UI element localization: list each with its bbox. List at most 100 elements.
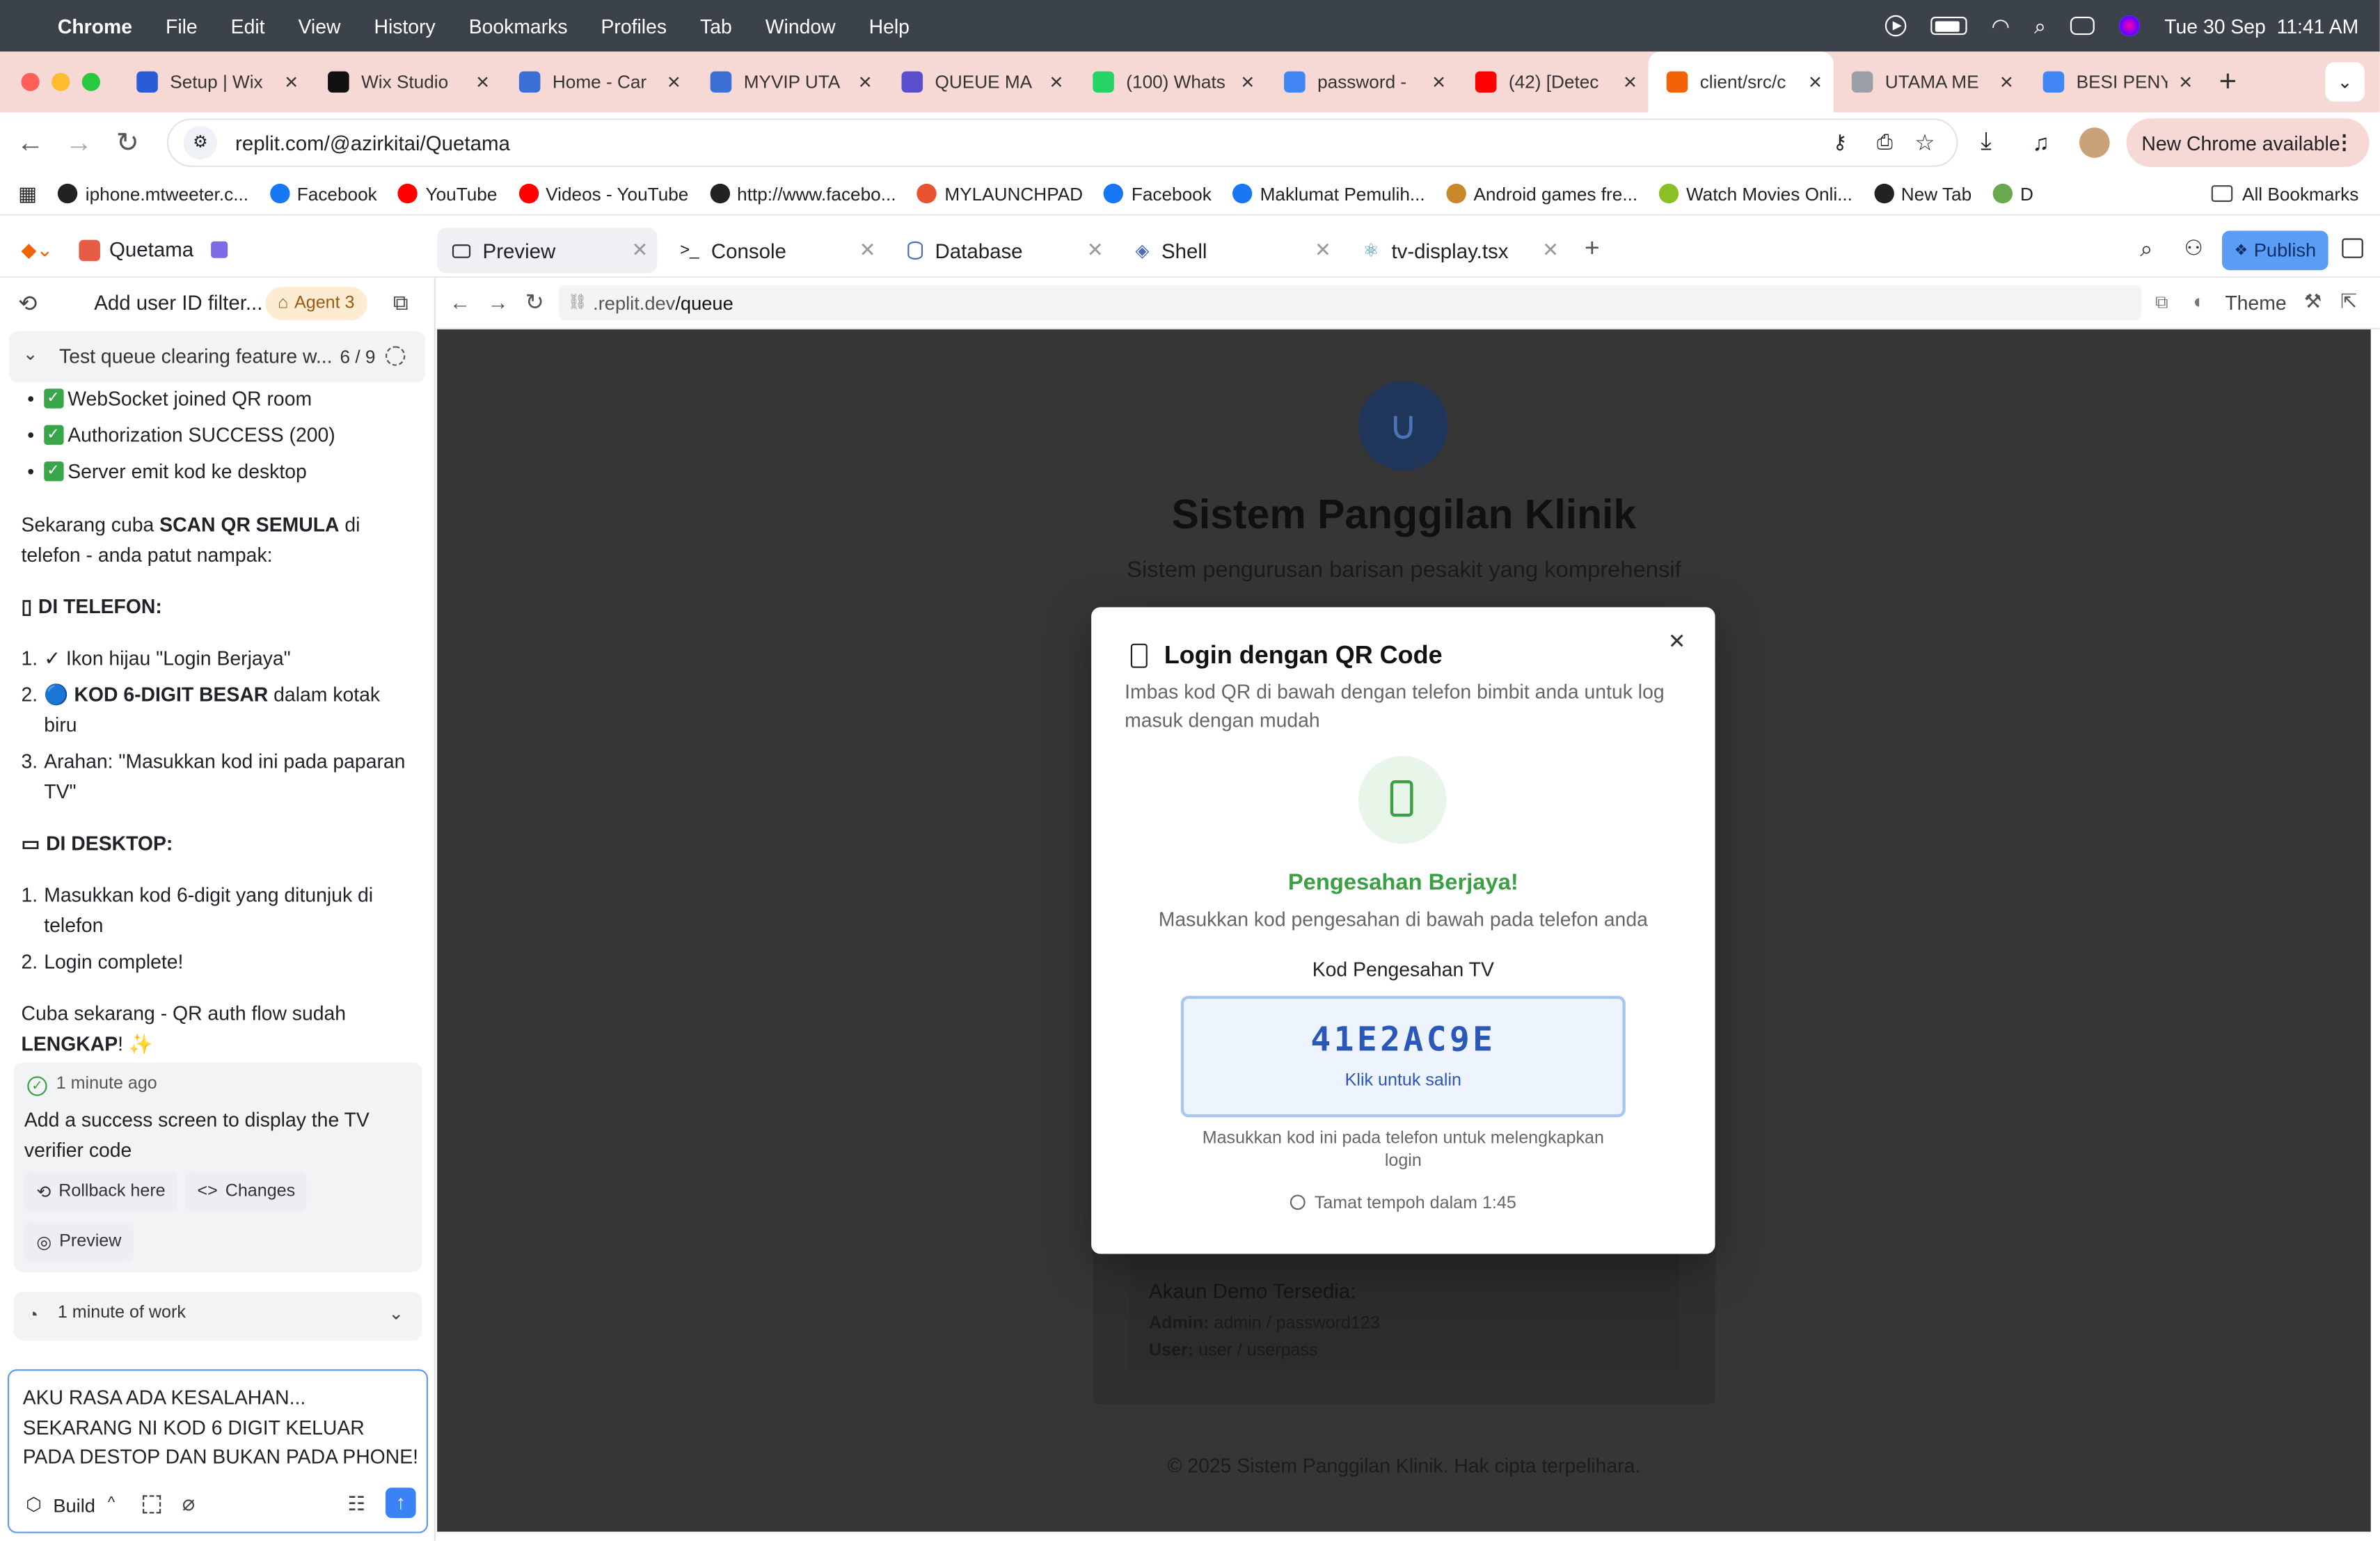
mode-selector[interactable]: Build [53,1495,95,1517]
chevron-up-icon[interactable]: ^ [108,1495,115,1512]
agent-badge[interactable]: ⌂ Agent 3 [265,287,367,321]
menu-file[interactable]: File [166,15,198,38]
battery-icon[interactable] [1930,16,1967,35]
palette-icon[interactable]: ◐ [2193,290,2205,313]
media-control-icon[interactable]: ♫ [2032,129,2049,155]
bookmark-item[interactable]: YouTube [398,183,497,204]
menu-app-name[interactable]: Chrome [58,15,132,38]
changes-button[interactable]: <> Changes [185,1171,308,1212]
tab-close-icon[interactable]: × [2167,69,2203,95]
browser-tab[interactable]: Setup | Wix × [118,52,310,112]
tab-preview[interactable]: Preview ✕ [437,228,658,274]
preview-url-bar[interactable]: ⛓ .replit.dev/queue [558,285,2142,321]
toggle-sidebar-icon[interactable] [2342,238,2363,258]
forward-icon[interactable]: → [55,127,104,159]
theme-label[interactable]: Theme [2225,292,2286,315]
publish-button[interactable]: ❖ Publish [2221,230,2329,271]
bookmark-item[interactable]: Android games fre... [1446,183,1637,204]
menu-bookmarks[interactable]: Bookmarks [469,15,568,38]
verification-code[interactable]: 41E2AC9E [1184,1022,1622,1060]
reload-icon[interactable]: ↻ [525,288,544,316]
menu-history[interactable]: History [374,15,435,38]
bookmark-item[interactable]: Maklumat Pemulih... [1232,183,1425,204]
close-icon[interactable]: ✕ [1315,238,1331,262]
bookmark-star-icon[interactable]: ☆ [1914,129,1935,157]
bookmark-item[interactable]: Facebook [269,183,377,204]
play-icon[interactable] [1885,15,1907,37]
browser-tab[interactable]: QUEUE MA × [883,52,1074,112]
close-icon[interactable]: ✕ [1087,238,1104,262]
attach-icon[interactable]: ⌀ [182,1491,195,1517]
password-key-icon[interactable]: ⚷ [1832,131,1847,155]
close-icon[interactable]: ✕ [1668,629,1686,654]
browser-tab[interactable]: (100) Whats × [1074,52,1266,112]
bookmark-item[interactable]: Facebook [1104,183,1212,204]
verification-code-box[interactable]: 41E2AC9E Klik untuk salin [1180,995,1626,1118]
work-summary[interactable]: ◔ 1 minute of work ⌄ [13,1292,422,1341]
search-icon[interactable]: ⌕ [2140,237,2152,262]
reload-icon[interactable]: ↻ [103,127,152,159]
window-zoom-button[interactable] [81,72,100,91]
all-bookmarks-folder[interactable]: All Bookmarks [2212,183,2358,204]
chat-input-box[interactable]: AKU RASA ADA KESALAHAN... SEKARANG NI KO… [7,1369,429,1533]
install-app-icon[interactable]: ⎙ [1877,131,1893,155]
invite-user-icon[interactable]: ⚇ [2184,235,2203,261]
tab-close-icon[interactable]: × [1797,69,1833,95]
tab-close-icon[interactable]: × [847,69,883,95]
browser-tab[interactable]: Home - Car × [501,52,692,112]
tab-console[interactable]: >_ Console ✕ [665,228,884,273]
close-icon[interactable]: ✕ [859,238,876,262]
menu-tab[interactable]: Tab [700,15,732,38]
close-icon[interactable]: ✕ [632,238,649,262]
open-new-window-icon[interactable]: ⇱ [2340,290,2357,315]
menu-help[interactable]: Help [869,15,910,38]
add-tab-icon[interactable]: + [1585,234,1600,264]
site-info-icon[interactable]: ⚙ [183,126,217,160]
replit-logo-icon[interactable]: ◆⌄ [22,238,54,262]
tab-close-icon[interactable]: × [273,69,310,95]
browser-tab[interactable]: password - × [1266,52,1457,112]
preview-checkpoint-button[interactable]: ◎ Preview [24,1222,134,1262]
chat-input-text[interactable]: AKU RASA ADA KESALAHAN... SEKARANG NI KO… [23,1383,420,1472]
bookmark-item[interactable]: New Tab [1873,183,1972,204]
browser-tab[interactable]: UTAMA ME × [1834,52,2025,112]
tab-close-icon[interactable]: × [1038,69,1074,95]
bookmark-item[interactable]: Videos - YouTube [518,183,688,204]
forward-icon[interactable]: → [487,290,509,315]
window-close-button[interactable] [21,72,40,91]
siri-icon[interactable] [2118,15,2141,37]
address-url[interactable]: replit.com/@azirkitai/Quetama [235,132,510,155]
browser-tab[interactable]: client/src/c × [1648,52,1834,113]
back-icon[interactable]: ← [450,290,471,315]
download-icon[interactable]: ⤓ [1981,129,1991,156]
close-icon[interactable]: ✕ [1542,238,1559,262]
browser-tab[interactable]: MYVIP UTA × [692,52,884,112]
browser-tab[interactable]: Wix Studio × [310,52,501,112]
bookmark-item[interactable]: http://www.facebo... [709,183,896,204]
menu-datetime[interactable]: Tue 30 Sep 11:41 AM [2164,15,2358,38]
bookmark-item[interactable]: D [1992,183,2033,204]
browser-tab[interactable]: (42) [Detec × [1457,52,1649,112]
tab-close-icon[interactable]: × [656,69,692,95]
control-center-icon[interactable] [2070,16,2095,35]
browser-tab[interactable]: BESI PENYA× [2024,52,2203,112]
tab-database[interactable]: Database ✕ [892,228,1112,273]
bookmark-item[interactable]: Watch Movies Onli... [1658,183,1853,204]
tab-close-icon[interactable]: × [1988,69,2024,95]
menu-profiles[interactable]: Profiles [601,15,667,38]
tab-close-icon[interactable]: × [1230,69,1266,95]
tab-close-icon[interactable]: × [464,69,500,95]
back-icon[interactable]: ← [6,127,55,159]
tab-search-button[interactable]: ⌄ [2325,62,2365,102]
history-icon[interactable]: ⟲ [18,290,37,317]
settings-sliders-icon[interactable]: ☷ [347,1492,365,1517]
devtools-wrench-icon[interactable]: ⚒ [2304,290,2322,315]
address-bar[interactable]: ⚙ replit.com/@azirkitai/Quetama ⚷ ⎙ ☆ [166,118,1958,167]
select-element-icon[interactable] [143,1495,161,1514]
spotlight-search-icon[interactable]: ⌕ [2034,13,2046,39]
wifi-icon[interactable]: ◠ [1992,13,2010,39]
project-name[interactable]: Quetama [109,238,193,261]
devices-icon[interactable]: ⧉ [2155,292,2168,315]
more-menu-icon[interactable]: ⋮ [2334,131,2354,155]
agent-thread-title[interactable]: Add user ID filter... [94,292,262,315]
